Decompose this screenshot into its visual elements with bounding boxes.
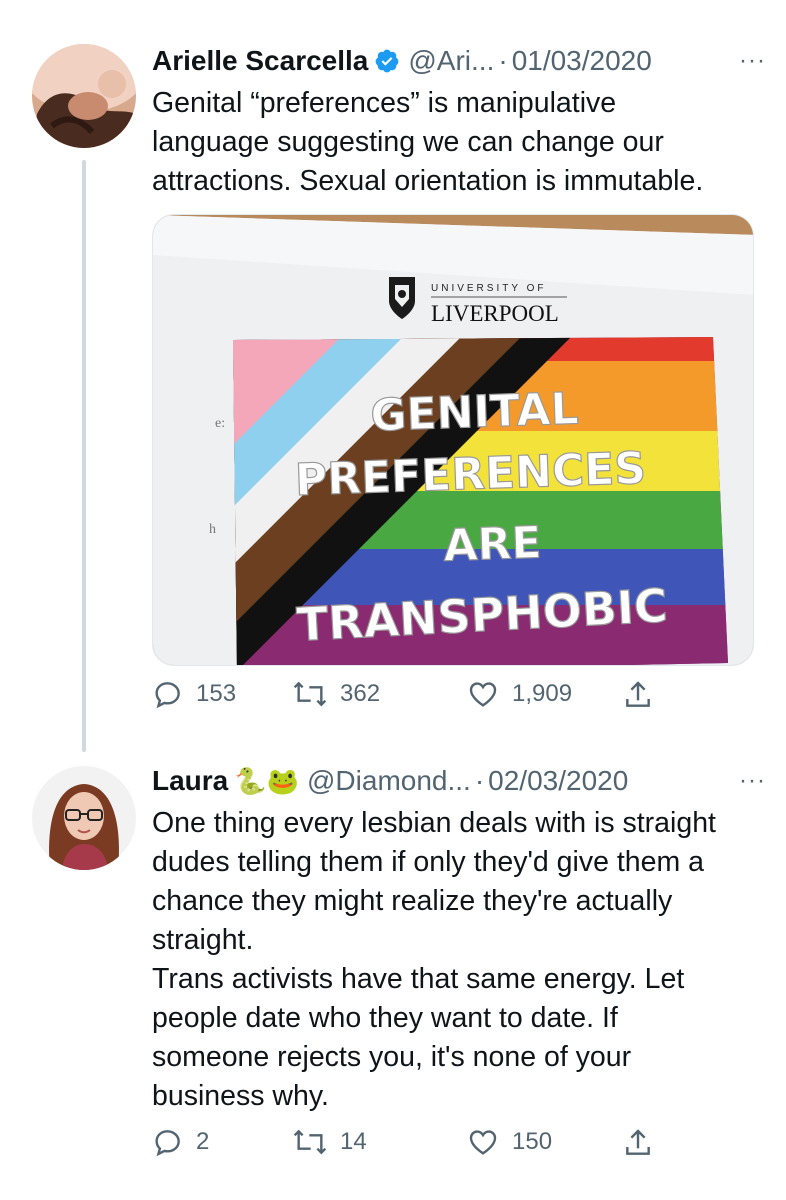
reply-button[interactable]: 2 xyxy=(152,1126,209,1158)
tweet-actions: 2 14 150 xyxy=(152,1126,662,1166)
more-icon[interactable]: ··· xyxy=(739,764,766,798)
author-name[interactable]: Arielle Scarcella xyxy=(152,44,368,78)
like-count: 1,909 xyxy=(512,680,573,707)
logo-top-text: UNIVERSITY OF xyxy=(431,283,547,294)
reply-button[interactable]: 153 xyxy=(152,678,236,710)
tweet-text-line: business why. xyxy=(152,1080,329,1112)
tweet-text: Genital “preferences” is manipulative la… xyxy=(152,84,762,201)
retweet-button[interactable]: 362 xyxy=(292,678,380,710)
share-button[interactable] xyxy=(622,678,654,712)
tweet-text-line: dudes telling them if only they'd give t… xyxy=(152,846,705,878)
author-handle[interactable]: @Ari... xyxy=(408,44,494,78)
sign-photo: e: h UNIVERSITY OF LIVERPOOL GENITAL PRE… xyxy=(153,215,753,665)
tweet-text-line: Trans activists have that same energy. L… xyxy=(152,963,685,995)
svg-text:h: h xyxy=(209,522,216,537)
like-icon xyxy=(469,1130,497,1155)
tweet-date[interactable]: 01/03/2020 xyxy=(512,44,652,78)
like-button[interactable]: 150 xyxy=(466,1126,552,1158)
verified-badge-icon xyxy=(374,48,400,74)
avatar[interactable] xyxy=(32,44,136,148)
retweet-icon xyxy=(293,1129,327,1155)
share-icon xyxy=(626,1129,650,1155)
tweet-text-line: chance they might realize they're actual… xyxy=(152,885,673,917)
reply-count: 153 xyxy=(196,680,237,707)
tweet-text-line: people date who they want to date. If xyxy=(152,1002,618,1034)
sign-line-3: ARE xyxy=(443,517,543,571)
tweet-date[interactable]: 02/03/2020 xyxy=(488,764,628,798)
like-count: 150 xyxy=(512,1128,553,1155)
like-icon xyxy=(469,682,497,707)
tweet-text-line: straight. xyxy=(152,924,254,956)
author-handle[interactable]: @Diamond... xyxy=(307,764,471,798)
tweet-arielle[interactable]: Arielle Scarcella @Ari... · 01/03/2020 ·… xyxy=(0,0,786,740)
tweet-header: Laura 🐍🐸 @Diamond... · 02/03/2020 ··· xyxy=(152,764,766,798)
tweet-text-line: someone rejects you, it's none of your xyxy=(152,1041,632,1073)
reply-icon xyxy=(155,1130,180,1157)
tweet-media-image[interactable]: e: h UNIVERSITY OF LIVERPOOL GENITAL PRE… xyxy=(152,214,754,666)
logo-name-text: LIVERPOOL xyxy=(431,301,559,326)
svg-text:e:: e: xyxy=(215,416,225,431)
share-icon xyxy=(626,681,650,707)
tweet-text-line: One thing every lesbian deals with is st… xyxy=(152,807,716,839)
author-name[interactable]: Laura xyxy=(152,764,228,798)
separator-dot: · xyxy=(498,45,508,76)
avatar-image xyxy=(32,766,136,870)
more-icon[interactable]: ··· xyxy=(739,44,766,78)
reply-count: 2 xyxy=(196,1128,210,1155)
tweet-text-line: language suggesting we can change our xyxy=(152,126,664,158)
reply-icon xyxy=(155,682,180,709)
avatar[interactable] xyxy=(32,766,136,870)
tweet-header: Arielle Scarcella @Ari... · 01/03/2020 ·… xyxy=(152,44,766,78)
tweet-text-line: Genital “preferences” is manipulative xyxy=(152,87,617,119)
separator-dot: · xyxy=(474,765,485,796)
retweet-icon xyxy=(293,681,327,707)
sign-line-1: GENITAL xyxy=(370,383,580,441)
share-button[interactable] xyxy=(622,1126,654,1160)
tweet-text-line: attractions. Sexual orientation is immut… xyxy=(152,165,704,197)
tweet-laura[interactable]: Laura 🐍🐸 @Diamond... · 02/03/2020 ··· On… xyxy=(0,740,786,1200)
tweet-text: One thing every lesbian deals with is st… xyxy=(152,804,762,1116)
retweet-count: 14 xyxy=(340,1128,367,1155)
retweet-button[interactable]: 14 xyxy=(292,1126,367,1158)
like-button[interactable]: 1,909 xyxy=(466,678,572,710)
retweet-count: 362 xyxy=(340,680,381,707)
avatar-image xyxy=(32,44,136,148)
author-name-emojis: 🐍🐸 xyxy=(234,766,299,796)
tweet-actions: 153 362 1,909 xyxy=(152,678,662,718)
